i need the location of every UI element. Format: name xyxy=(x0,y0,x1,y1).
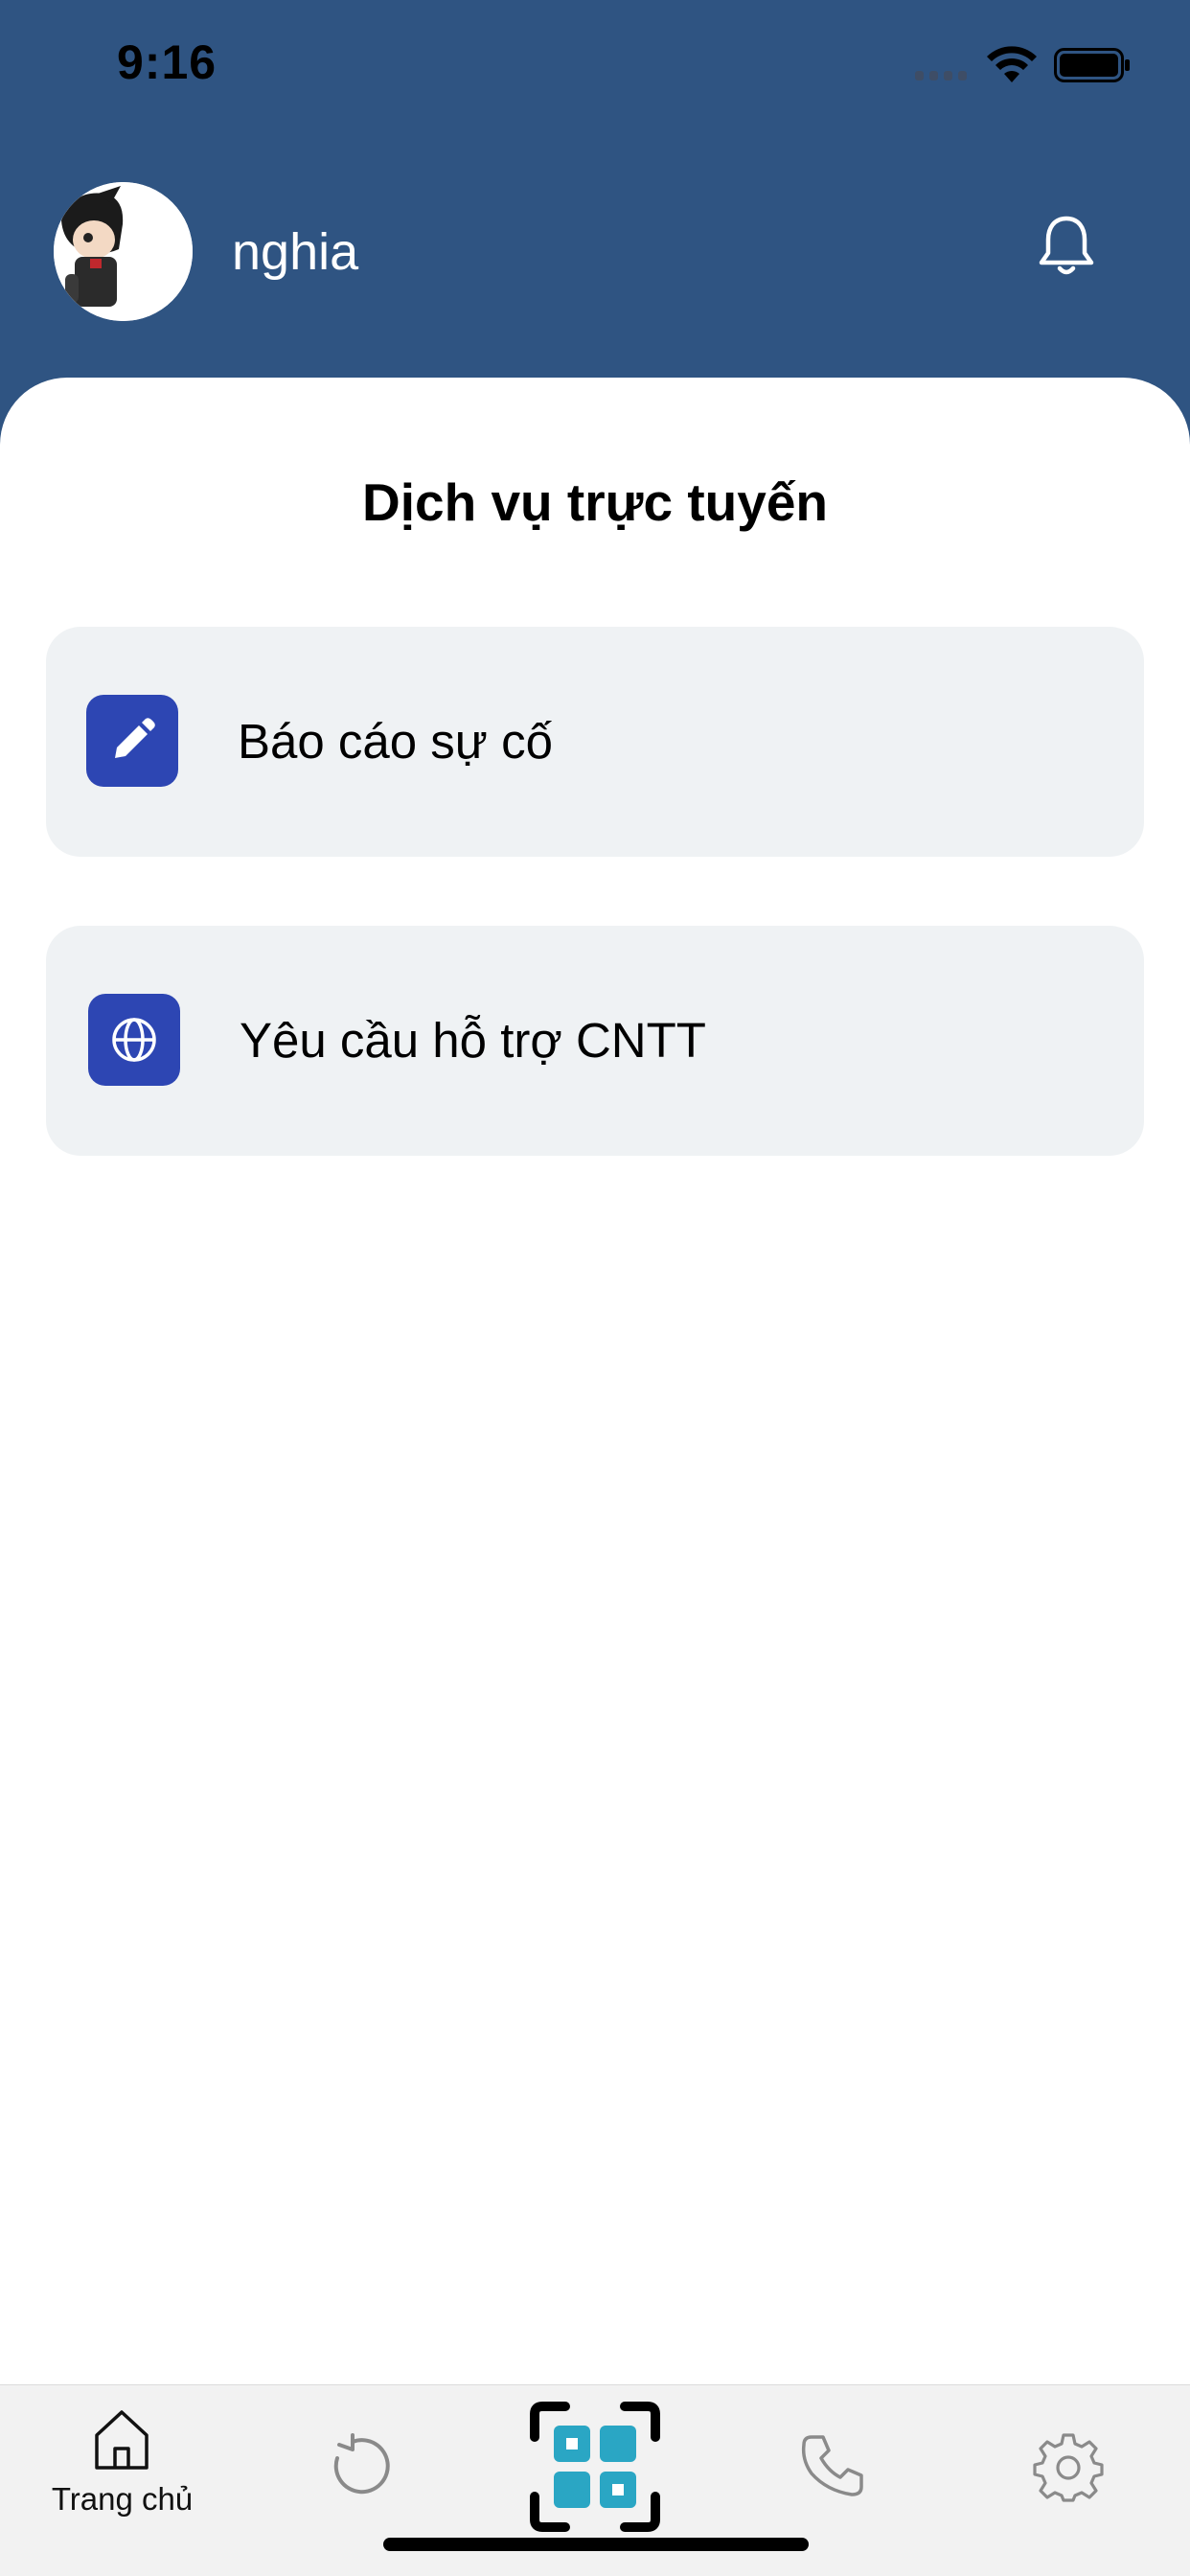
gear-icon[interactable] xyxy=(1033,2431,1104,2502)
pencil-icon xyxy=(86,695,178,787)
phone-icon[interactable] xyxy=(798,2431,865,2498)
wifi-icon xyxy=(987,46,1037,82)
service-card-it-support[interactable]: Yêu cầu hỗ trợ CNTT xyxy=(46,926,1144,1156)
username: nghia xyxy=(232,223,359,281)
qr-scan-icon[interactable] xyxy=(527,2399,663,2535)
page-title: Dịch vụ trực tuyến xyxy=(361,472,829,532)
service-card-label: Yêu cầu hỗ trợ CNTT xyxy=(240,1013,706,1068)
battery-icon xyxy=(1054,48,1130,82)
nav-item-home[interactable]: Trang chủ xyxy=(38,2408,206,2517)
nav-item-label: Trang chủ xyxy=(51,2481,194,2517)
cellular-signal-icon xyxy=(915,69,969,80)
service-card-label: Báo cáo sự cố xyxy=(238,714,553,769)
avatar-cartoon-icon xyxy=(54,182,193,321)
history-icon[interactable] xyxy=(324,2433,391,2500)
globe-icon xyxy=(88,994,180,1086)
status-bar: 9:16 xyxy=(0,0,1190,134)
avatar[interactable] xyxy=(54,182,193,321)
home-indicator xyxy=(383,2538,809,2551)
home-icon xyxy=(95,2410,149,2470)
status-time: 9:16 xyxy=(117,35,217,89)
bell-icon[interactable] xyxy=(1037,213,1096,278)
service-card-report-incident[interactable]: Báo cáo sự cố xyxy=(46,627,1144,857)
